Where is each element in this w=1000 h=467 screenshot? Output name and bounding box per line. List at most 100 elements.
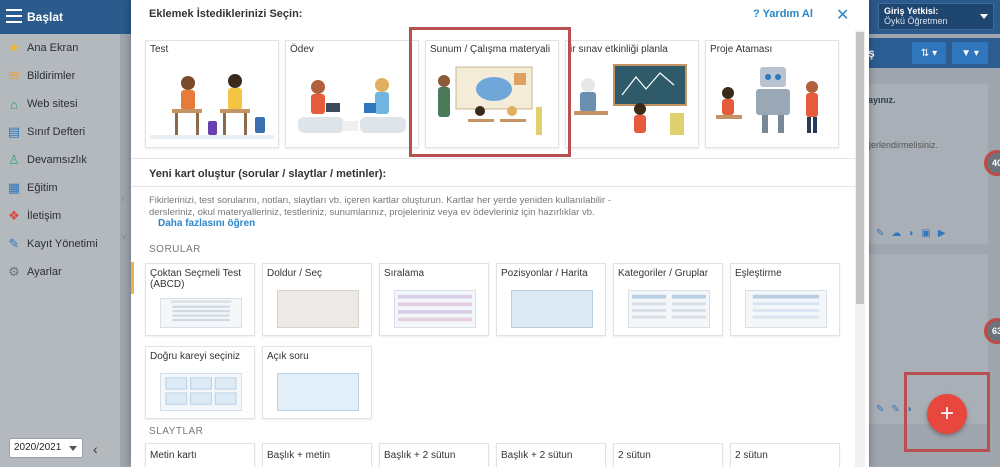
question-label: Çoktan Seçmeli Test (ABCD) [150,268,241,290]
card-subtext: ğerlendirmelisiniz. [866,140,939,150]
filter-button[interactable]: ▼ ▾ [952,42,988,64]
chevron-down-icon [980,14,988,19]
learn-more-link[interactable]: Daha fazlasını öğren [158,218,255,229]
collapse-sidebar-icon[interactable]: ‹ [93,441,98,457]
help-link[interactable]: ? Yardım Al [753,8,813,20]
sidebar-item-label: Ana Ekran [27,42,79,54]
star-icon: ★ [8,40,20,55]
slide-card-text[interactable]: Metin kartı [145,443,255,467]
slide-label: Başlık + 2 sütun [384,450,456,461]
role-selector[interactable]: Giriş Yetkisi: Öykü Öğretmen [878,3,994,30]
question-label: Açık soru [267,351,309,362]
scrollbar-thumb[interactable] [856,32,864,304]
category-label: Ödev [290,44,314,55]
sidebar-item[interactable]: ⌂ Web sitesi [0,90,120,118]
sidebar-item-label: Devamsızlık [27,154,87,166]
category-card-project[interactable]: Proje Ataması [705,40,839,148]
chevron-right-icon[interactable]: › [121,194,124,205]
sidebar-item[interactable]: ⚙ Ayarlar [0,258,120,286]
chevron-down-icon [69,446,77,451]
question-card-ordering[interactable]: Sıralama [379,263,489,336]
year-select[interactable]: 2020/2021 [9,438,83,458]
sidebar-item[interactable]: ▤ Sınıf Defteri [0,118,120,146]
slide-label: 2 sütun [735,450,768,461]
toolbar-title: ş [868,46,875,60]
close-icon[interactable]: ✕ [836,5,849,25]
add-button[interactable]: + [927,394,967,434]
description-text: Fikirlerinizi, test sorularını, notları,… [149,195,611,218]
slide-card-title-2col[interactable]: Başlık + 2 sütun [379,443,489,467]
card-text: ayınız. [868,95,896,105]
sidebar-item[interactable]: ▦ Eğitim [0,174,120,202]
slide-card-title-text[interactable]: Başlık + metin [262,443,372,467]
slide-label: Başlık + 2 sütun [501,450,573,461]
divider [131,186,855,187]
pen-icon: ✎ [8,236,20,251]
gear-icon: ⚙ [8,264,20,279]
role-label: Giriş Yetkisi: [884,6,939,16]
sort-button[interactable]: ⇅ ▾ [912,42,946,64]
slide-label: Başlık + metin [267,450,331,461]
help-label: Yardım Al [762,8,813,20]
question-label: Eşleştirme [735,268,782,279]
sidebar: ★ Ana Ekran ✉ Bildirimler ⌂ Web sitesi ▤ Sınıf … [0,34,120,467]
accent-bar [131,262,134,294]
sidebar-item-label: Sınıf Defteri [27,126,86,138]
question-label: Kategoriler / Gruplar [618,268,709,279]
sidebar-item[interactable]: ♙ Devamsızlık [0,146,120,174]
sidebar-item[interactable]: ✉ Bildirimler [0,62,120,90]
slide-card-title-2col[interactable]: Başlık + 2 sütun [496,443,606,467]
education-icon: ▦ [7,180,21,195]
ordering-thumbnail [394,290,476,328]
hamburger-menu-icon[interactable] [6,9,22,23]
add-content-modal: Eklemek İstediklerinizi Seçin: ? Yardım … [131,0,869,467]
category-label: ir sınav etkinliği planla [570,44,668,55]
person-icon: ♙ [8,152,20,167]
question-card-matching[interactable]: Eşleştirme [730,263,840,336]
sidebar-item-label: Eğitim [27,182,58,194]
modal-title: Eklemek İstediklerinizi Seçin: [149,8,303,20]
slide-label: 2 sütun [618,450,651,461]
category-card-test[interactable]: Test [145,40,279,148]
modal-header: Eklemek İstediklerinizi Seçin: ? Yardım … [131,0,869,30]
role-value: Öykü Öğretmen [884,16,948,26]
question-label: Doğru kareyi seçiniz [150,351,241,362]
sidebar-item[interactable]: ✎ Kayıt Yönetimi [0,230,120,258]
sidebar-item[interactable]: ★ Ana Ekran [0,34,120,62]
house-icon: ⌂ [10,96,18,112]
slide-card-2col[interactable]: 2 sütun [613,443,723,467]
divider [131,158,855,159]
project-robot-illustration [716,67,818,133]
question-card-multiple-choice[interactable]: Çoktan Seçmeli Test (ABCD) [145,263,255,336]
question-card-select-square[interactable]: Doğru kareyi seçiniz [145,346,255,419]
multiple-choice-thumbnail [160,298,242,328]
question-card-categories[interactable]: Kategoriler / Gruplar [613,263,723,336]
students-test-illustration [150,74,274,139]
question-card-open[interactable]: Açık soru [262,346,372,419]
brand-label[interactable]: Başlat [27,10,63,24]
card-action-icons[interactable]: ✎☁◗▣▶ [876,228,953,239]
category-label: Proje Ataması [710,44,773,55]
sidebar-item-label: İletişim [27,210,62,222]
selected-highlight-frame [409,27,571,157]
mail-icon: ✉ [8,68,20,83]
notebook-icon: ▤ [7,124,21,139]
year-value: 2020/2021 [14,442,62,453]
question-card-positions-map[interactable]: Pozisyonlar / Harita [496,263,606,336]
chevron-down-icon[interactable]: ˅ [121,232,127,243]
question-card-fill-select[interactable]: Doldur / Seç [262,263,372,336]
sidebar-item[interactable]: ❖ İletişim [0,202,120,230]
question-label: Pozisyonlar / Harita [501,268,588,279]
sidebar-item-label: Bildirimler [27,70,76,82]
categories-thumbnail [628,290,710,328]
category-label: Test [150,44,169,55]
category-card-homework[interactable]: Ödev [285,40,419,148]
slide-card-2col[interactable]: 2 sütun [730,443,840,467]
select-square-thumbnail [160,373,242,411]
category-card-exam-plan[interactable]: ir sınav etkinliği planla [565,40,699,148]
homework-illustration [298,78,406,133]
background-card [862,84,988,244]
questions-label: SORULAR [149,244,201,255]
exam-plan-illustration [574,64,687,135]
chat-icon: ❖ [8,208,20,223]
